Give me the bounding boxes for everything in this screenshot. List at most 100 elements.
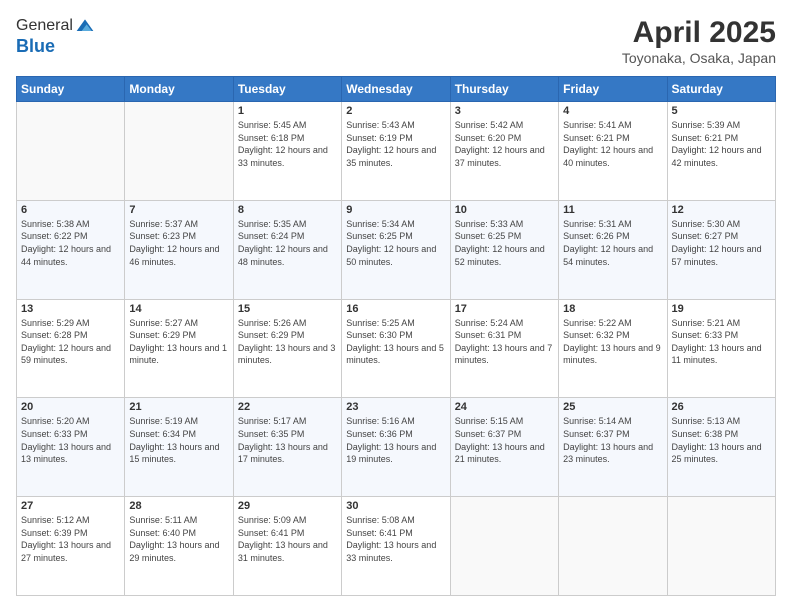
day-info: Sunrise: 5:38 AMSunset: 6:22 PMDaylight:… — [21, 218, 120, 268]
logo-blue: Blue — [16, 36, 55, 56]
day-number: 19 — [672, 303, 771, 315]
day-info: Sunrise: 5:11 AMSunset: 6:40 PMDaylight:… — [129, 514, 228, 564]
day-info: Sunrise: 5:45 AMSunset: 6:18 PMDaylight:… — [238, 119, 337, 169]
day-info: Sunrise: 5:13 AMSunset: 6:38 PMDaylight:… — [672, 415, 771, 465]
col-friday: Friday — [559, 77, 667, 102]
calendar-cell: 5Sunrise: 5:39 AMSunset: 6:21 PMDaylight… — [667, 102, 775, 201]
calendar-cell: 7 Sunrise: 5:37 AMSunset: 6:23 PMDaylight… — [125, 200, 233, 299]
day-info: Sunrise: 5:37 AMSunset: 6:23 PMDaylight:… — [129, 218, 228, 268]
day-number: 11 — [563, 204, 662, 216]
day-number: 12 — [672, 204, 771, 216]
calendar-cell: 14Sunrise: 5:27 AMSunset: 6:29 PMDayligh… — [125, 299, 233, 398]
title-block: April 2025 Toyonaka, Osaka, Japan — [622, 16, 776, 66]
day-number: 3 — [455, 105, 554, 117]
calendar-cell: 9Sunrise: 5:34 AMSunset: 6:25 PMDaylight… — [342, 200, 450, 299]
calendar-cell: 23Sunrise: 5:16 AMSunset: 6:36 PMDayligh… — [342, 398, 450, 497]
day-number: 8 — [238, 204, 337, 216]
calendar-cell: 19Sunrise: 5:21 AMSunset: 6:33 PMDayligh… — [667, 299, 775, 398]
day-number: 21 — [129, 401, 228, 413]
calendar-week-3: 13 Sunrise: 5:29 AMSunset: 6:28 PMDayligh… — [17, 299, 776, 398]
calendar-cell: 2Sunrise: 5:43 AMSunset: 6:19 PMDaylight… — [342, 102, 450, 201]
day-number: 4 — [563, 105, 662, 117]
calendar-cell — [17, 102, 125, 201]
calendar-cell — [559, 497, 667, 596]
subtitle: Toyonaka, Osaka, Japan — [622, 50, 776, 66]
day-number: 25 — [563, 401, 662, 413]
day-number: 22 — [238, 401, 337, 413]
calendar-cell — [125, 102, 233, 201]
day-number: 29 — [238, 500, 337, 512]
day-info: Sunrise: 5:14 AMSunset: 6:37 PMDaylight:… — [563, 415, 662, 465]
day-info: Sunrise: 5:43 AMSunset: 6:19 PMDaylight:… — [346, 119, 445, 169]
calendar-cell: 21 Sunrise: 5:19 AMSunset: 6:34 PMDayligh… — [125, 398, 233, 497]
calendar-cell: 30 Sunrise: 5:08 AMSunset: 6:41 PMDayligh… — [342, 497, 450, 596]
calendar-cell: 15Sunrise: 5:26 AMSunset: 6:29 PMDayligh… — [233, 299, 341, 398]
day-info: Sunrise: 5:22 AMSunset: 6:32 PMDaylight:… — [563, 317, 662, 367]
calendar-cell: 8Sunrise: 5:35 AMSunset: 6:24 PMDaylight… — [233, 200, 341, 299]
header: General Blue April 2025 Toyonaka, Osaka,… — [16, 16, 776, 66]
day-number: 10 — [455, 204, 554, 216]
logo: General Blue — [16, 16, 97, 57]
calendar-cell: 27Sunrise: 5:12 AMSunset: 6:39 PMDayligh… — [17, 497, 125, 596]
day-number: 13 — [21, 303, 120, 315]
calendar-cell: 22Sunrise: 5:17 AMSunset: 6:35 PMDayligh… — [233, 398, 341, 497]
calendar-week-5: 27Sunrise: 5:12 AMSunset: 6:39 PMDayligh… — [17, 497, 776, 596]
calendar-cell: 17 Sunrise: 5:24 AMSunset: 6:31 PMDayligh… — [450, 299, 558, 398]
day-info: Sunrise: 5:24 AMSunset: 6:31 PMDaylight:… — [455, 317, 554, 367]
col-thursday: Thursday — [450, 77, 558, 102]
day-info: Sunrise: 5:19 AMSunset: 6:34 PMDaylight:… — [129, 415, 228, 465]
day-number: 1 — [238, 105, 337, 117]
logo-general: General — [16, 17, 73, 35]
day-info: Sunrise: 5:16 AMSunset: 6:36 PMDaylight:… — [346, 415, 445, 465]
day-number: 16 — [346, 303, 445, 315]
calendar-cell: 12 Sunrise: 5:30 AMSunset: 6:27 PMDayligh… — [667, 200, 775, 299]
day-number: 24 — [455, 401, 554, 413]
calendar-cell: 4 Sunrise: 5:41 AMSunset: 6:21 PMDaylight… — [559, 102, 667, 201]
col-saturday: Saturday — [667, 77, 775, 102]
page: General Blue April 2025 Toyonaka, Osaka,… — [0, 0, 792, 612]
day-info: Sunrise: 5:31 AMSunset: 6:26 PMDaylight:… — [563, 218, 662, 268]
calendar-cell: 10 Sunrise: 5:33 AMSunset: 6:25 PMDayligh… — [450, 200, 558, 299]
calendar-cell — [450, 497, 558, 596]
day-info: Sunrise: 5:41 AMSunset: 6:21 PMDaylight:… — [563, 119, 662, 169]
day-number: 14 — [129, 303, 228, 315]
day-number: 15 — [238, 303, 337, 315]
calendar-cell: 16 Sunrise: 5:25 AMSunset: 6:30 PMDayligh… — [342, 299, 450, 398]
day-info: Sunrise: 5:42 AMSunset: 6:20 PMDaylight:… — [455, 119, 554, 169]
col-wednesday: Wednesday — [342, 77, 450, 102]
calendar-cell: 18 Sunrise: 5:22 AMSunset: 6:32 PMDayligh… — [559, 299, 667, 398]
calendar-cell: 20 Sunrise: 5:20 AMSunset: 6:33 PMDayligh… — [17, 398, 125, 497]
day-number: 28 — [129, 500, 228, 512]
day-number: 20 — [21, 401, 120, 413]
calendar-cell: 25 Sunrise: 5:14 AMSunset: 6:37 PMDayligh… — [559, 398, 667, 497]
col-monday: Monday — [125, 77, 233, 102]
day-number: 30 — [346, 500, 445, 512]
calendar-cell: 13 Sunrise: 5:29 AMSunset: 6:28 PMDayligh… — [17, 299, 125, 398]
calendar-header-row: Sunday Monday Tuesday Wednesday Thursday… — [17, 77, 776, 102]
day-info: Sunrise: 5:30 AMSunset: 6:27 PMDaylight:… — [672, 218, 771, 268]
day-number: 26 — [672, 401, 771, 413]
day-info: Sunrise: 5:29 AMSunset: 6:28 PMDaylight:… — [21, 317, 120, 367]
calendar-week-1: 1 Sunrise: 5:45 AMSunset: 6:18 PMDaylight… — [17, 102, 776, 201]
logo-icon — [75, 16, 95, 36]
day-info: Sunrise: 5:08 AMSunset: 6:41 PMDaylight:… — [346, 514, 445, 564]
day-info: Sunrise: 5:33 AMSunset: 6:25 PMDaylight:… — [455, 218, 554, 268]
day-number: 17 — [455, 303, 554, 315]
day-info: Sunrise: 5:09 AMSunset: 6:41 PMDaylight:… — [238, 514, 337, 564]
day-info: Sunrise: 5:20 AMSunset: 6:33 PMDaylight:… — [21, 415, 120, 465]
day-info: Sunrise: 5:25 AMSunset: 6:30 PMDaylight:… — [346, 317, 445, 367]
day-number: 6 — [21, 204, 120, 216]
day-info: Sunrise: 5:12 AMSunset: 6:39 PMDaylight:… — [21, 514, 120, 564]
calendar-cell: 24Sunrise: 5:15 AMSunset: 6:37 PMDayligh… — [450, 398, 558, 497]
day-number: 9 — [346, 204, 445, 216]
main-title: April 2025 — [622, 16, 776, 50]
calendar-cell: 6 Sunrise: 5:38 AMSunset: 6:22 PMDaylight… — [17, 200, 125, 299]
col-sunday: Sunday — [17, 77, 125, 102]
calendar-cell: 3 Sunrise: 5:42 AMSunset: 6:20 PMDaylight… — [450, 102, 558, 201]
day-number: 18 — [563, 303, 662, 315]
col-tuesday: Tuesday — [233, 77, 341, 102]
calendar-week-4: 20 Sunrise: 5:20 AMSunset: 6:33 PMDayligh… — [17, 398, 776, 497]
day-number: 7 — [129, 204, 228, 216]
calendar-cell: 29 Sunrise: 5:09 AMSunset: 6:41 PMDayligh… — [233, 497, 341, 596]
day-number: 5 — [672, 105, 771, 117]
